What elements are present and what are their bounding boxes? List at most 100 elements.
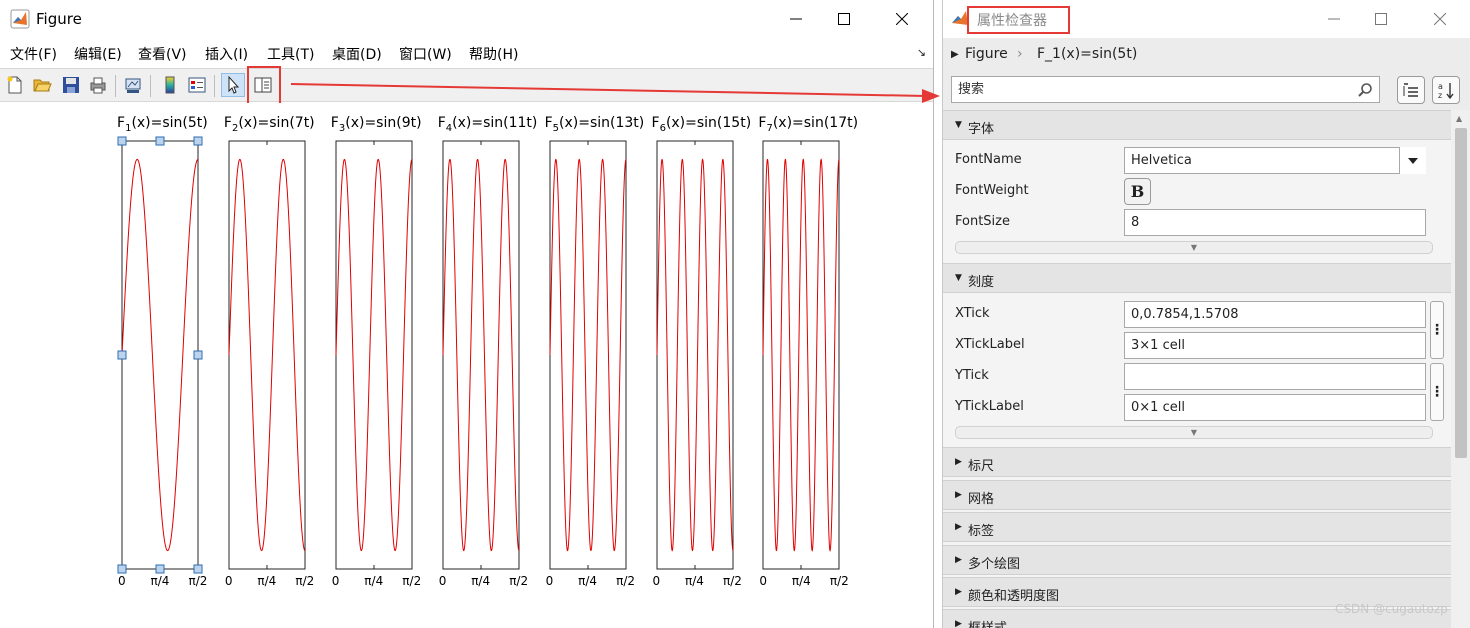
toolbar-separator: [150, 75, 151, 97]
inspector-breadcrumb: ▶ Figure › F_1(x)=sin(5t): [943, 38, 1470, 72]
inspector-search-row: az: [943, 72, 1470, 110]
x-tick-label: 0: [545, 574, 554, 588]
breadcrumb-chevron-icon: ›: [1017, 46, 1023, 62]
section-ticks-header[interactable]: ▼ 刻度: [943, 263, 1451, 293]
edit-plot-button[interactable]: [221, 73, 245, 97]
prop-label-ytick: YTick: [955, 368, 989, 383]
save-button[interactable]: [59, 73, 83, 97]
yticklabel-field[interactable]: 0×1 cell: [1124, 394, 1426, 421]
section-multiplot-header[interactable]: ▶ 多个绘图: [943, 545, 1451, 575]
open-file-button[interactable]: [30, 73, 54, 97]
dock-arrow-icon[interactable]: ↘: [917, 46, 926, 59]
selection-handle[interactable]: [155, 136, 165, 146]
ytick-more-button[interactable]: ⋮: [1430, 363, 1444, 421]
subplot-axes[interactable]: [437, 135, 525, 575]
new-figure-button[interactable]: [3, 73, 27, 97]
x-tick-label: π/4: [257, 574, 277, 588]
selection-handle[interactable]: [117, 350, 127, 360]
xtick-field[interactable]: 0,0.7854,1.5708: [1124, 301, 1426, 328]
selection-handle[interactable]: [117, 564, 127, 574]
search-input[interactable]: [951, 76, 1380, 103]
matlab-logo-icon: [10, 9, 30, 29]
link-plot-button[interactable]: [121, 73, 145, 97]
menu-help[interactable]: 帮助(H): [469, 44, 518, 64]
svg-text:a: a: [1438, 82, 1443, 91]
fontsize-field[interactable]: 8: [1124, 209, 1426, 236]
plot-title: F2(x)=sin(7t): [224, 115, 315, 134]
subplot-axes[interactable]: [757, 135, 845, 575]
minimize-button[interactable]: [773, 0, 819, 38]
prop-label-yticklabel: YTickLabel: [955, 399, 1024, 414]
selection-handle[interactable]: [155, 564, 165, 574]
menu-insert[interactable]: 插入(I): [205, 44, 248, 64]
selection-handle[interactable]: [193, 136, 203, 146]
selection-handle[interactable]: [193, 350, 203, 360]
ytick-field[interactable]: [1124, 363, 1426, 390]
xticklabel-field[interactable]: 3×1 cell: [1124, 332, 1426, 359]
x-tick-label: π/2: [829, 574, 849, 588]
subplot-axes[interactable]: [116, 135, 204, 575]
figure-canvas[interactable]: F1(x)=sin(5t) 0 π/4 π/2 F2(x)=sin(7t) 0 π/4 π/2…: [0, 103, 933, 628]
scroll-thumb[interactable]: [1455, 128, 1467, 458]
sort-alphabetical-button[interactable]: az: [1432, 76, 1460, 104]
menu-view[interactable]: 查看(V): [138, 44, 187, 64]
prop-label-xticklabel: XTickLabel: [955, 337, 1025, 352]
pointer-arrow-icon: [228, 75, 240, 94]
x-tick-label: π/2: [616, 574, 635, 588]
search-icon[interactable]: [1357, 82, 1373, 98]
legend-button[interactable]: [185, 73, 209, 97]
breadcrumb-figure[interactable]: Figure: [965, 46, 1008, 62]
axes-box: [228, 140, 306, 570]
section-labels-header[interactable]: ▶ 标签: [943, 512, 1451, 542]
menu-tools[interactable]: 工具(T): [267, 44, 314, 64]
maximize-button[interactable]: [821, 0, 867, 38]
subplot-axes[interactable]: [651, 135, 739, 575]
selection-handle[interactable]: [117, 136, 127, 146]
selection-handle[interactable]: [193, 564, 203, 574]
bold-icon: B: [1130, 182, 1145, 201]
grouped-list-icon: [1403, 83, 1418, 97]
expanded-triangle-icon: ▼: [955, 273, 962, 283]
breadcrumb-axes[interactable]: F_1(x)=sin(5t): [1037, 46, 1137, 62]
colorbar-button[interactable]: [158, 73, 182, 97]
subplot-axes[interactable]: [330, 135, 418, 575]
section-rulers-header[interactable]: ▶ 标尺: [943, 447, 1451, 477]
fontname-select[interactable]: Helvetica: [1124, 147, 1426, 174]
menu-file[interactable]: 文件(F): [10, 44, 57, 64]
print-button[interactable]: [86, 73, 110, 97]
link-plot-icon: [125, 78, 141, 93]
close-button[interactable]: [879, 0, 925, 38]
svg-text:z: z: [1438, 91, 1442, 100]
inspector-scrollbar[interactable]: ▲: [1451, 110, 1470, 628]
chevron-down-icon: [1408, 157, 1418, 164]
x-tick-label: 0: [759, 574, 768, 588]
plot-title-rest: (x)=sin(13t): [559, 115, 645, 131]
plot-title: F6(x)=sin(15t): [652, 115, 752, 134]
x-tick-label: π/4: [685, 574, 704, 588]
prop-label-fontname: FontName: [955, 152, 1022, 167]
menu-edit[interactable]: 编辑(E): [74, 44, 122, 64]
ticks-show-more-bar[interactable]: ▼: [955, 426, 1433, 439]
fontname-dropdown-button[interactable]: [1399, 147, 1426, 174]
inspector-minimize-button[interactable]: [1311, 0, 1357, 38]
collapsed-triangle-icon: ▶: [955, 587, 962, 597]
menu-desktop[interactable]: 桌面(D): [332, 44, 382, 64]
section-grid-header[interactable]: ▶ 网格: [943, 480, 1451, 510]
subplot-axes[interactable]: [223, 135, 311, 575]
inspector-title-bar: 属性检查器: [943, 0, 1470, 38]
font-show-more-bar[interactable]: ▼: [955, 241, 1433, 254]
section-font-header[interactable]: ▼ 字体: [943, 110, 1451, 140]
xtick-value: 0,0.7854,1.5708: [1131, 307, 1239, 322]
figure-window: Figure 文件(F) 编辑(E) 查看(V) 插入(I) 工具(T) 桌面(…: [0, 0, 934, 628]
section-multiplot-label: 多个绘图: [968, 557, 1021, 572]
subplot-axes[interactable]: [544, 135, 632, 575]
maximize-icon: [1375, 13, 1387, 25]
inspector-maximize-button[interactable]: [1358, 0, 1404, 38]
inspector-close-button[interactable]: [1417, 0, 1463, 38]
scroll-up-icon[interactable]: ▲: [1456, 114, 1462, 123]
fontweight-bold-button[interactable]: B: [1124, 178, 1151, 205]
xtick-more-button[interactable]: ⋮: [1430, 301, 1444, 359]
breadcrumb-expand-icon[interactable]: ▶: [951, 49, 959, 60]
grouped-view-button[interactable]: [1397, 76, 1425, 104]
menu-window[interactable]: 窗口(W): [399, 44, 452, 64]
